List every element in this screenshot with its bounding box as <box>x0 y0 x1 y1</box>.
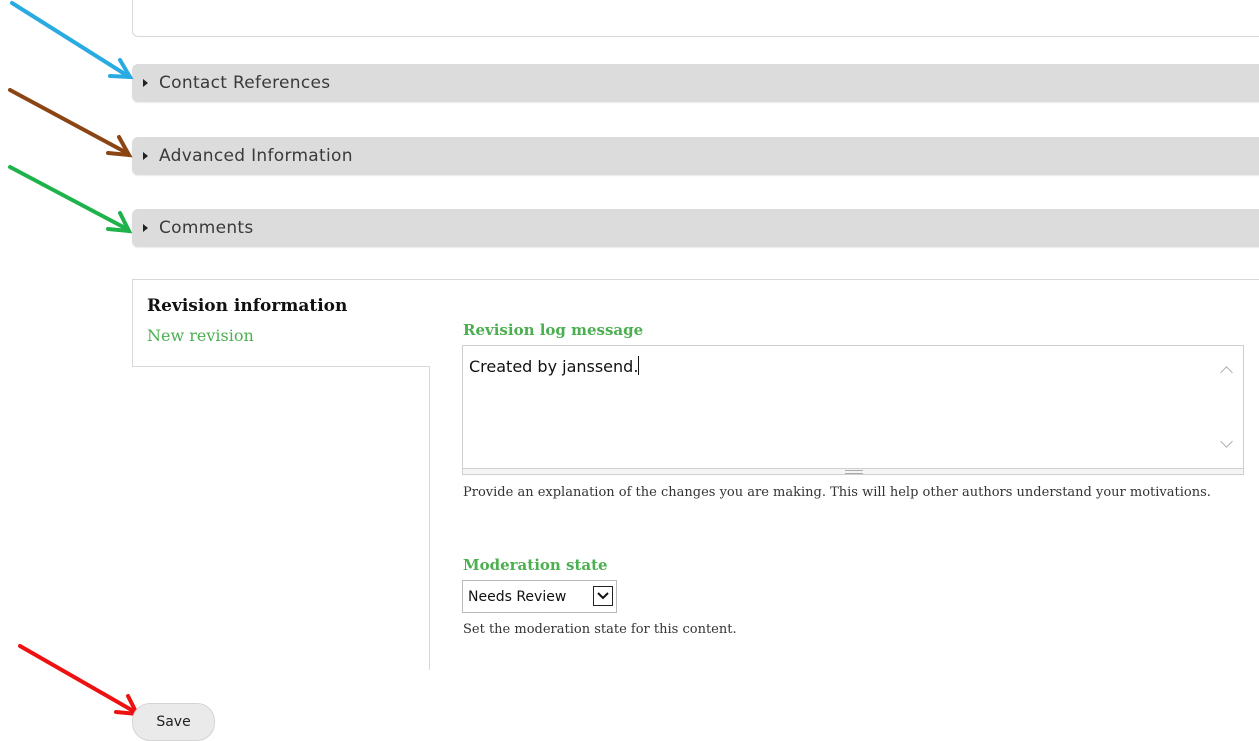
vertical-tab-title: Revision information <box>147 296 348 316</box>
moderation-state-label: Moderation state <box>463 556 608 574</box>
section-advanced-information[interactable]: Advanced Information <box>132 137 1259 175</box>
section-contact-references[interactable]: Contact References <box>132 64 1259 102</box>
triangle-right-icon <box>143 152 148 160</box>
chevron-down-icon[interactable] <box>593 586 613 606</box>
vertical-tab-revision-information[interactable]: Revision information New revision <box>132 280 430 367</box>
vertical-tab-summary: New revision <box>147 326 254 345</box>
revision-log-description: Provide an explanation of the changes yo… <box>463 485 1211 500</box>
section-label: Advanced Information <box>159 146 353 166</box>
save-button[interactable]: Save <box>132 703 215 741</box>
arrow-annotation-brown <box>8 88 133 158</box>
moderation-state-value: Needs Review <box>468 588 567 605</box>
text-caret <box>638 356 640 375</box>
arrow-annotation-green <box>8 165 133 234</box>
annotation-arrows <box>8 1 140 717</box>
vertical-tab-divider <box>429 366 430 670</box>
revision-log-textarea[interactable]: Created by janssend. <box>462 345 1244 469</box>
arrow-annotation-blue <box>10 1 134 80</box>
revision-log-value: Created by janssend. <box>469 357 639 376</box>
moderation-state-description: Set the moderation state for this conten… <box>463 622 737 637</box>
textarea-resize-grip[interactable] <box>462 469 1244 475</box>
triangle-right-icon <box>143 224 148 232</box>
arrow-annotation-red <box>18 644 140 717</box>
chevron-down-icon[interactable] <box>1220 435 1233 448</box>
triangle-right-icon <box>143 79 148 87</box>
chevron-up-icon[interactable] <box>1220 366 1233 379</box>
revision-log-label: Revision log message <box>463 321 644 339</box>
section-label: Contact References <box>159 73 331 93</box>
previous-section-panel <box>132 0 1259 37</box>
section-label: Comments <box>159 218 254 238</box>
section-comments[interactable]: Comments <box>132 209 1259 247</box>
moderation-state-select[interactable]: Needs Review <box>462 580 617 613</box>
